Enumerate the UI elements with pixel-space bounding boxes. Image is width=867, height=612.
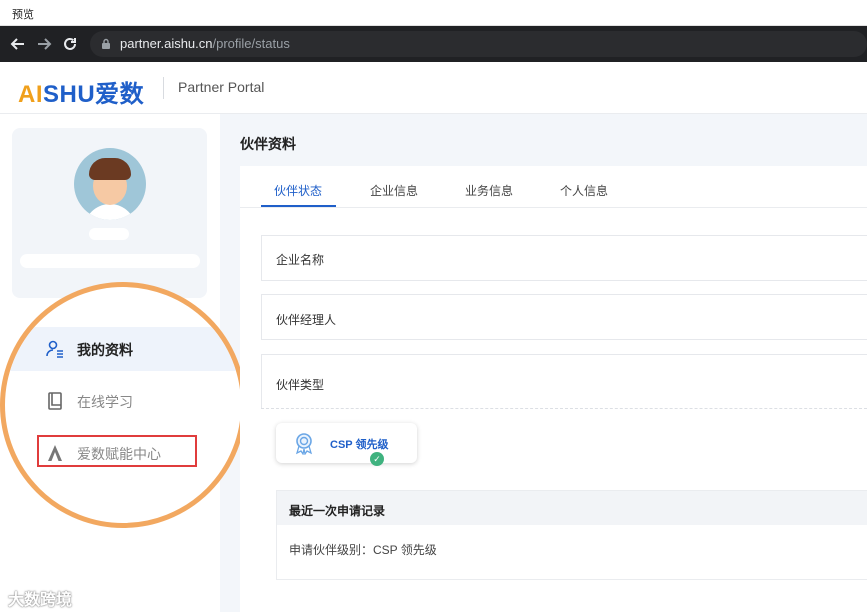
logo-ai: AI <box>18 81 43 108</box>
lock-icon <box>102 38 110 49</box>
reload-button[interactable] <box>58 32 82 56</box>
forward-button[interactable] <box>32 32 56 56</box>
aishu-logo[interactable]: AISHU爱数 <box>18 74 144 109</box>
profile-card <box>12 128 207 298</box>
main-card: 伙伴状态 企业信息 业务信息 个人信息 企业名称 伙伴经理人 伙伴类型 CSP … <box>240 166 867 612</box>
partner-level-badge[interactable]: CSP 领先级 <box>276 423 417 463</box>
back-button[interactable] <box>6 32 30 56</box>
award-ribbon-icon <box>295 433 313 455</box>
tab-partner-status[interactable]: 伙伴状态 <box>274 182 322 199</box>
partner-type-label: 伙伴类型 <box>276 378 325 392</box>
address-bar[interactable]: partner.aishu.cn/profile/status <box>90 31 867 57</box>
check-icon: ✓ <box>370 452 384 466</box>
url-host: partner.aishu.cn <box>120 36 213 51</box>
partner-manager-row: 伙伴经理人 <box>261 294 867 340</box>
url-path: /profile/status <box>212 36 290 51</box>
window-title: 预览 <box>12 9 34 21</box>
sidebar-item-label: 在线学习 <box>77 394 133 410</box>
sidebar-item-my-profile[interactable]: 我的资料 <box>5 327 241 371</box>
zoom-highlight-circle: 我的资料 在线学习 爱数赋能中心 <box>0 282 246 528</box>
highlight-box <box>37 435 197 467</box>
company-name-label: 企业名称 <box>276 253 325 267</box>
tab-company-info[interactable]: 企业信息 <box>370 182 418 199</box>
record-title: 最近一次申请记录 <box>289 504 386 518</box>
browser-toolbar: partner.aishu.cn/profile/status <box>0 26 867 62</box>
dashed-divider <box>261 408 867 409</box>
page-title: 伙伴资料 <box>240 136 296 152</box>
active-tab-indicator <box>261 205 336 207</box>
arrow-left-icon <box>10 38 24 50</box>
watermark-text: 大数跨境 <box>8 592 73 609</box>
redacted-user-info <box>20 254 200 268</box>
arrow-right-icon <box>38 38 52 50</box>
partner-level-text: CSP 领先级 <box>330 439 389 451</box>
user-profile-icon <box>46 340 63 358</box>
avatar <box>74 148 146 220</box>
tab-business-info[interactable]: 业务信息 <box>465 182 513 199</box>
record-detail: 申请伙伴级别：CSP 领先级 <box>289 543 437 557</box>
site-header: AISHU爱数 Partner Portal <box>0 62 867 114</box>
partner-type-row: 伙伴类型 <box>261 354 867 408</box>
recent-application-record: 最近一次申请记录 申请伙伴级别：CSP 领先级 <box>276 490 867 580</box>
watermark: 大数跨境 <box>8 586 72 610</box>
record-header: 最近一次申请记录 <box>277 491 867 525</box>
sidebar-item-online-learning[interactable]: 在线学习 <box>5 379 241 423</box>
url-text: partner.aishu.cn/profile/status <box>120 36 290 51</box>
logo-shu: SHU爱数 <box>43 81 145 108</box>
partner-manager-label: 伙伴经理人 <box>276 313 337 327</box>
window-title-bar: 预览 <box>0 0 867 26</box>
sidebar-item-label: 我的资料 <box>77 342 133 358</box>
redacted-username <box>89 228 129 240</box>
portal-name: Partner Portal <box>178 79 265 95</box>
company-name-row: 企业名称 <box>261 235 867 281</box>
header-divider <box>163 77 164 99</box>
book-icon <box>48 392 62 410</box>
tab-personal-info[interactable]: 个人信息 <box>560 182 608 199</box>
tab-bar: 伙伴状态 企业信息 业务信息 个人信息 <box>240 166 867 208</box>
reload-icon <box>64 37 76 50</box>
